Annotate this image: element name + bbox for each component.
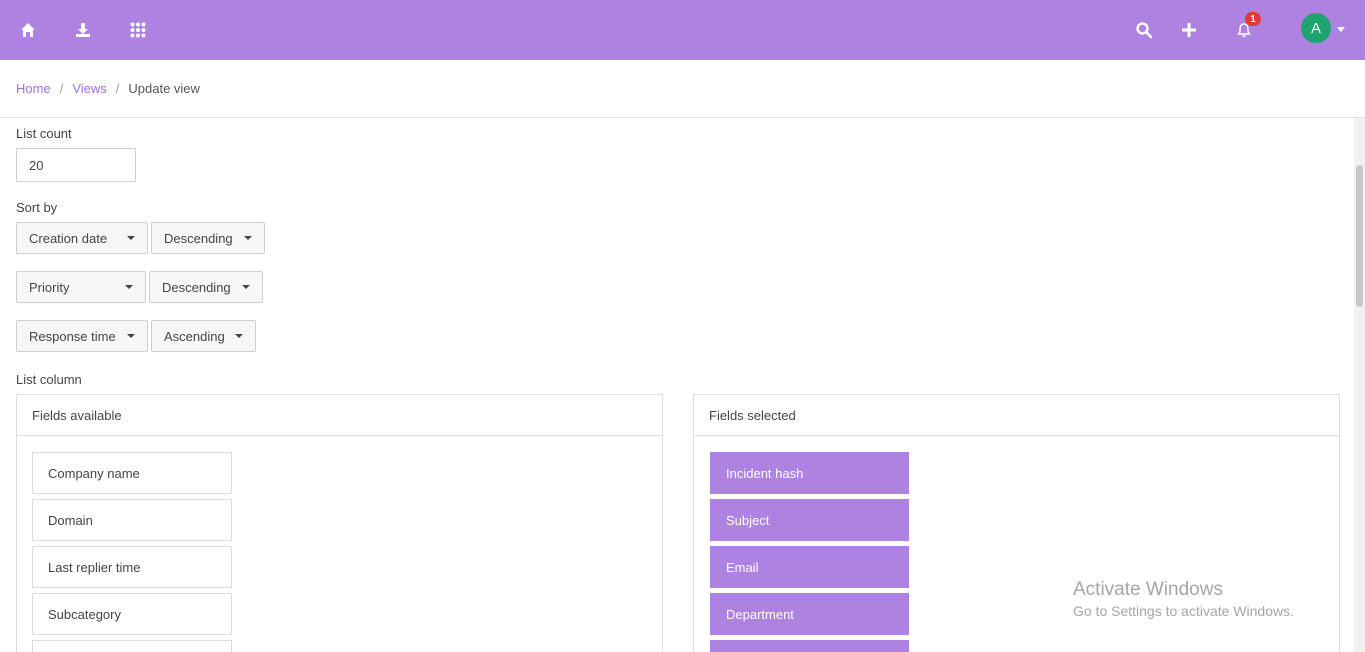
sort-field-value: Priority: [29, 279, 70, 295]
sort-by-label: Sort by: [16, 200, 58, 215]
selected-field-item[interactable]: [710, 640, 909, 652]
sort-field-value: Creation date: [29, 230, 108, 246]
plus-icon[interactable]: [1177, 18, 1201, 42]
activate-windows-subtitle: Go to Settings to activate Windows.: [1073, 603, 1294, 619]
sort-field-value: Response time: [29, 328, 116, 344]
chevron-down-icon[interactable]: [1337, 27, 1345, 32]
breadcrumb-views-link[interactable]: Views: [72, 81, 106, 96]
activate-windows-title: Activate Windows: [1073, 579, 1223, 600]
selected-field-item[interactable]: Subject: [710, 499, 909, 541]
sort-order-dropdown-1[interactable]: Descending: [151, 222, 265, 254]
apps-grid-icon[interactable]: [126, 18, 150, 42]
selected-field-item[interactable]: Email: [710, 546, 909, 588]
sort-field-dropdown-1[interactable]: Creation date: [16, 222, 148, 254]
notification-badge: 1: [1245, 12, 1261, 26]
caret-down-icon: [125, 285, 133, 289]
caret-down-icon: [244, 236, 252, 240]
available-field-item[interactable]: Domain: [32, 499, 232, 541]
breadcrumb-home-link[interactable]: Home: [16, 81, 51, 96]
sort-order-dropdown-2[interactable]: Descending: [149, 271, 263, 303]
sort-field-dropdown-3[interactable]: Response time: [16, 320, 148, 352]
divider: [0, 117, 1365, 118]
breadcrumb-separator: /: [115, 81, 120, 96]
list-count-input[interactable]: [16, 148, 136, 182]
selected-field-item[interactable]: Department: [710, 593, 909, 635]
home-icon[interactable]: [16, 18, 40, 42]
caret-down-icon: [242, 285, 250, 289]
list-count-label: List count: [16, 126, 72, 141]
fields-available-panel: Fields available Company name Domain Las…: [16, 394, 663, 652]
available-field-item[interactable]: [32, 640, 232, 652]
sort-field-dropdown-2[interactable]: Priority: [16, 271, 146, 303]
download-icon[interactable]: [71, 18, 95, 42]
caret-down-icon: [127, 334, 135, 338]
list-column-label: List column: [16, 372, 82, 387]
breadcrumb: Home / Views / Update view: [16, 81, 200, 96]
top-navbar: 1 A: [0, 0, 1365, 60]
available-field-item[interactable]: Company name: [32, 452, 232, 494]
fields-available-title: Fields available: [17, 395, 662, 436]
sort-order-value: Descending: [162, 279, 231, 295]
available-field-item[interactable]: Subcategory: [32, 593, 232, 635]
sort-order-value: Descending: [164, 230, 233, 246]
sort-order-dropdown-3[interactable]: Ascending: [151, 320, 256, 352]
available-field-item[interactable]: Last replier time: [32, 546, 232, 588]
avatar[interactable]: A: [1301, 13, 1331, 43]
caret-down-icon: [235, 334, 243, 338]
scrollbar-thumb[interactable]: [1356, 165, 1363, 307]
fields-selected-title: Fields selected: [694, 395, 1339, 436]
selected-field-item[interactable]: Incident hash: [710, 452, 909, 494]
breadcrumb-current: Update view: [128, 81, 200, 96]
sort-order-value: Ascending: [164, 328, 225, 344]
breadcrumb-separator: /: [59, 81, 64, 96]
caret-down-icon: [127, 236, 135, 240]
search-icon[interactable]: [1132, 18, 1156, 42]
